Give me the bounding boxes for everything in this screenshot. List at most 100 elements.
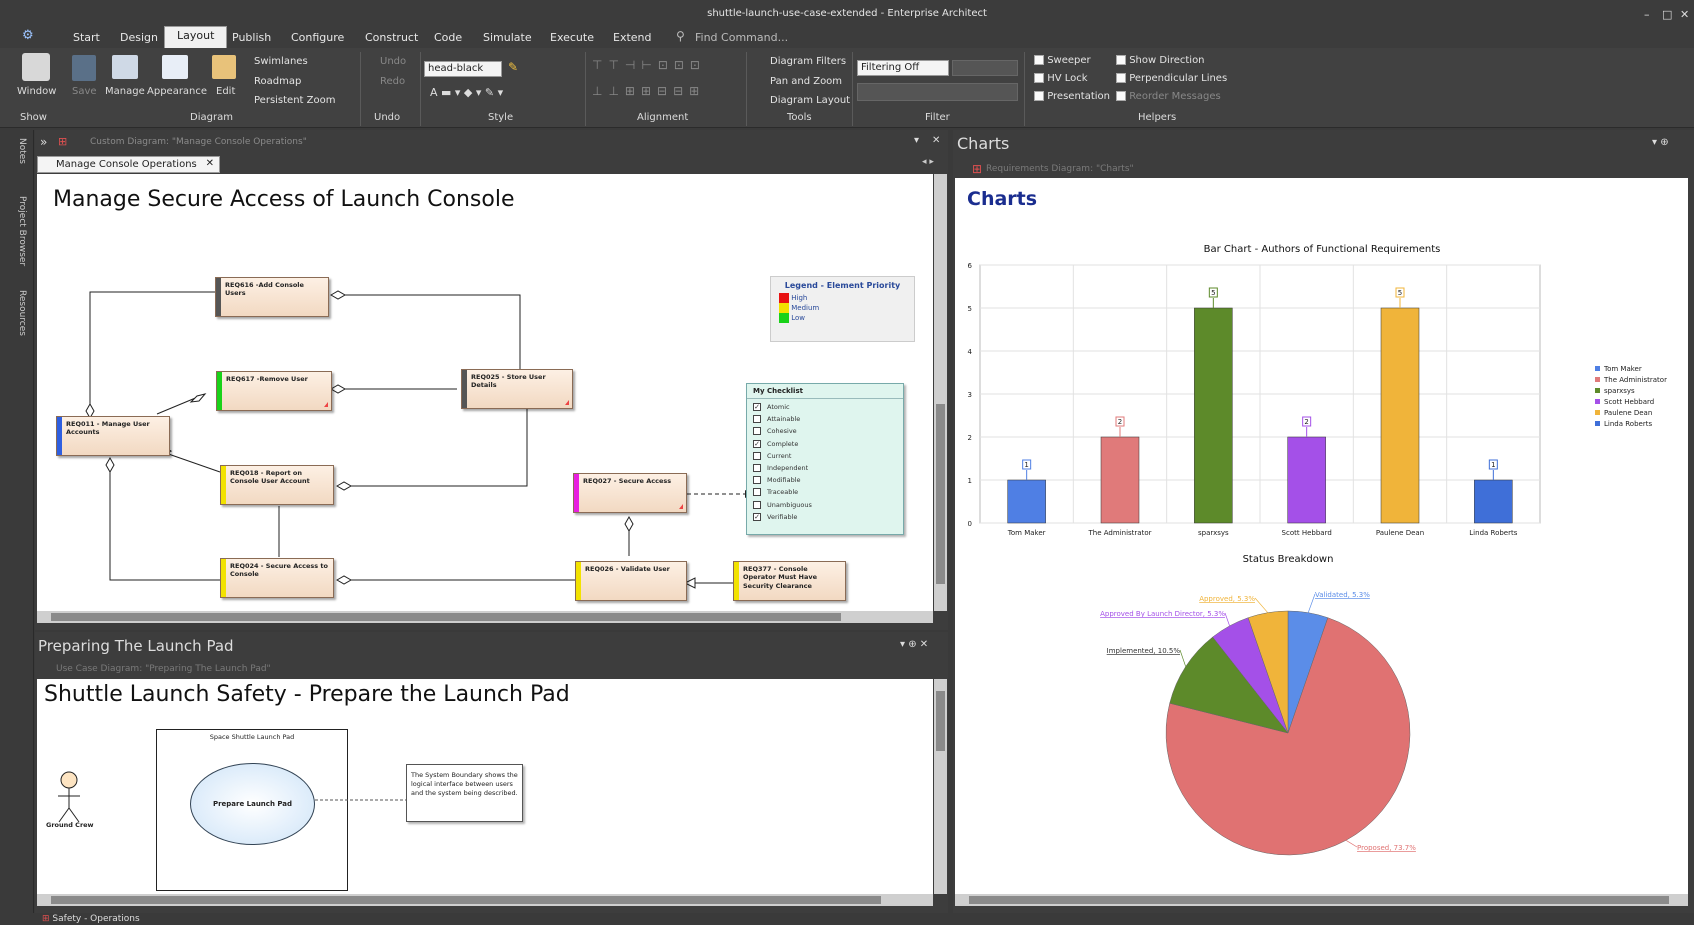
font-color-icon[interactable]: A ▬ ▾ ◆ ▾ ✎ ▾	[430, 86, 503, 99]
unchecked-box-icon[interactable]	[753, 427, 761, 436]
menu-simulate[interactable]: Simulate	[483, 31, 532, 44]
save-button[interactable]: Save	[72, 86, 97, 97]
hv-lock-checkbox[interactable]: HV Lock	[1034, 73, 1088, 84]
checklist-item[interactable]: ✓ Atomic	[753, 401, 897, 413]
req027-element[interactable]: REQ027 - Secure Access	[573, 473, 687, 513]
notes-tab[interactable]: Notes	[17, 138, 27, 164]
legend-swatch	[1595, 399, 1600, 404]
checklist-item[interactable]: Unambiguous	[753, 499, 897, 511]
checklist-item[interactable]: Attainable	[753, 413, 897, 425]
pie-label: Approved, 5.3%	[1199, 595, 1255, 603]
menu-design[interactable]: Design	[120, 31, 158, 44]
my-checklist[interactable]: My Checklist ✓ Atomic Attainable Cohesive ✓ C…	[746, 383, 904, 535]
menu-publish[interactable]: Publish	[232, 31, 271, 44]
x-tick-label: The Administrator	[1088, 529, 1152, 537]
status-text: ⊞ Safety - Operations	[42, 914, 140, 924]
bar	[1474, 479, 1513, 524]
style-brush-icon[interactable]: ✎	[508, 60, 518, 74]
y-tick-label: 6	[968, 262, 973, 270]
menu-code[interactable]: Code	[434, 31, 462, 44]
legend-label: Scott Hebbard	[1604, 398, 1654, 406]
checklist-item[interactable]: ✓ Complete	[753, 438, 897, 450]
checked-box-icon[interactable]: ✓	[753, 403, 761, 411]
menu-extend[interactable]: Extend	[613, 31, 652, 44]
bar	[1380, 307, 1420, 524]
expand-icon[interactable]: »	[40, 135, 47, 149]
menu-execute[interactable]: Execute	[550, 31, 594, 44]
diagram-layout-button[interactable]: Diagram Layout	[770, 95, 850, 106]
req025-element[interactable]: REQ025 - Store User Details	[461, 369, 573, 409]
tab-manage-console[interactable]: Manage Console Operations ✕	[37, 156, 220, 173]
menu-construct[interactable]: Construct	[365, 31, 418, 44]
checklist-item[interactable]: Independent	[753, 462, 897, 474]
req026-element[interactable]: REQ026 - Validate User	[575, 561, 687, 601]
checked-box-icon[interactable]: ✓	[753, 439, 761, 448]
checklist-label: Unambiguous	[767, 500, 812, 509]
pan-zoom-button[interactable]: Pan and Zoom	[770, 76, 842, 87]
checklist-item[interactable]: Cohesive	[753, 425, 897, 437]
unchecked-box-icon[interactable]	[753, 476, 761, 485]
roadmap-button[interactable]: Roadmap	[254, 76, 301, 87]
redo-button[interactable]: Redo	[380, 76, 405, 87]
undo-button[interactable]: Undo	[380, 56, 406, 67]
separator	[1024, 52, 1025, 126]
usecase-prepare-launch-pad[interactable]: Prepare Launch Pad	[190, 763, 315, 845]
tab-scroll-arrows[interactable]: ◂ ▸	[922, 157, 934, 167]
manage-button[interactable]: Manage	[105, 86, 145, 97]
maximize-icon[interactable]: □	[1662, 8, 1672, 21]
filter-combo[interactable]: Filtering Off	[857, 60, 949, 76]
bottom-vscrollbar[interactable]	[934, 679, 947, 894]
resources-tab[interactable]: Resources	[17, 290, 27, 336]
app-menu-icon[interactable]: ⚙	[22, 28, 38, 43]
presentation-checkbox[interactable]: Presentation	[1034, 91, 1110, 102]
req018-element[interactable]: REQ018 - Report on Console User Account	[220, 465, 334, 505]
note-element[interactable]: The System Boundary shows the logical in…	[406, 764, 523, 822]
menu-start[interactable]: Start	[73, 31, 100, 44]
unchecked-box-icon[interactable]	[753, 488, 761, 497]
req617-element[interactable]: REQ617 -Remove User	[216, 371, 332, 411]
charts-panel-controls[interactable]: ▾ ⊕	[1652, 137, 1669, 148]
bottom-panel-controls[interactable]: ▾ ⊕ ✕	[900, 639, 928, 650]
top-hscrollbar[interactable]	[37, 611, 933, 623]
unchecked-box-icon[interactable]	[753, 415, 761, 424]
find-command[interactable]: Find Command...	[695, 31, 788, 44]
project-browser-tab[interactable]: Project Browser	[17, 196, 27, 266]
req377-element[interactable]: REQ377 - Console Operator Must Have Secu…	[733, 561, 846, 601]
sweeper-checkbox[interactable]: Sweeper	[1034, 55, 1091, 66]
swimlanes-button[interactable]: Swimlanes	[254, 56, 308, 67]
unchecked-box-icon[interactable]	[753, 500, 761, 509]
edit-button[interactable]: Edit	[216, 86, 235, 97]
menu-layout[interactable]: Layout	[164, 26, 228, 48]
window-button[interactable]: Window	[17, 86, 56, 97]
top-vscrollbar[interactable]	[934, 174, 947, 611]
perpendicular-lines-checkbox[interactable]: Perpendicular Lines	[1116, 73, 1227, 84]
appearance-button[interactable]: Appearance	[147, 86, 207, 97]
reorder-messages-checkbox[interactable]: Reorder Messages	[1116, 91, 1221, 102]
req011-element[interactable]: REQ011 - Manage User Accounts	[56, 416, 170, 456]
minimize-icon[interactable]: –	[1644, 8, 1650, 21]
persistent-zoom-button[interactable]: Persistent Zoom	[254, 95, 335, 106]
checked-box-icon[interactable]: ✓	[753, 512, 761, 521]
panel-close-icon[interactable]: ✕	[932, 135, 940, 146]
panel-menu-icon[interactable]: ▾	[914, 135, 919, 146]
charts-hscrollbar[interactable]	[955, 894, 1688, 906]
unchecked-box-icon[interactable]	[753, 451, 761, 460]
diagram-filters-button[interactable]: Diagram Filters	[770, 56, 846, 67]
close-icon[interactable]: ✕	[1680, 8, 1689, 21]
checklist-item[interactable]: Current	[753, 450, 897, 462]
align-icons-row2[interactable]: ⊥⊥⊞⊞⊟⊟⊞	[592, 84, 705, 98]
show-direction-checkbox[interactable]: Show Direction	[1116, 55, 1205, 66]
unchecked-box-icon[interactable]	[753, 464, 761, 473]
style-combo[interactable]: head-black	[424, 61, 502, 77]
checklist-item[interactable]: Traceable	[753, 486, 897, 498]
menu-configure[interactable]: Configure	[291, 31, 344, 44]
window-icon[interactable]	[22, 53, 50, 81]
req616-element[interactable]: REQ616 -Add Console Users	[215, 277, 329, 317]
bottom-hscrollbar[interactable]	[37, 894, 933, 906]
data-label: 2	[1118, 418, 1122, 426]
checklist-item[interactable]: Modifiable	[753, 474, 897, 486]
align-icons-row1[interactable]: ⊤⊤⊣⊢⊡⊡⊡	[592, 58, 706, 72]
tab-close-icon[interactable]: ✕	[206, 158, 214, 169]
checklist-item[interactable]: ✓ Verifiable	[753, 511, 897, 523]
req024-element[interactable]: REQ024 - Secure Access to Console	[220, 558, 334, 598]
